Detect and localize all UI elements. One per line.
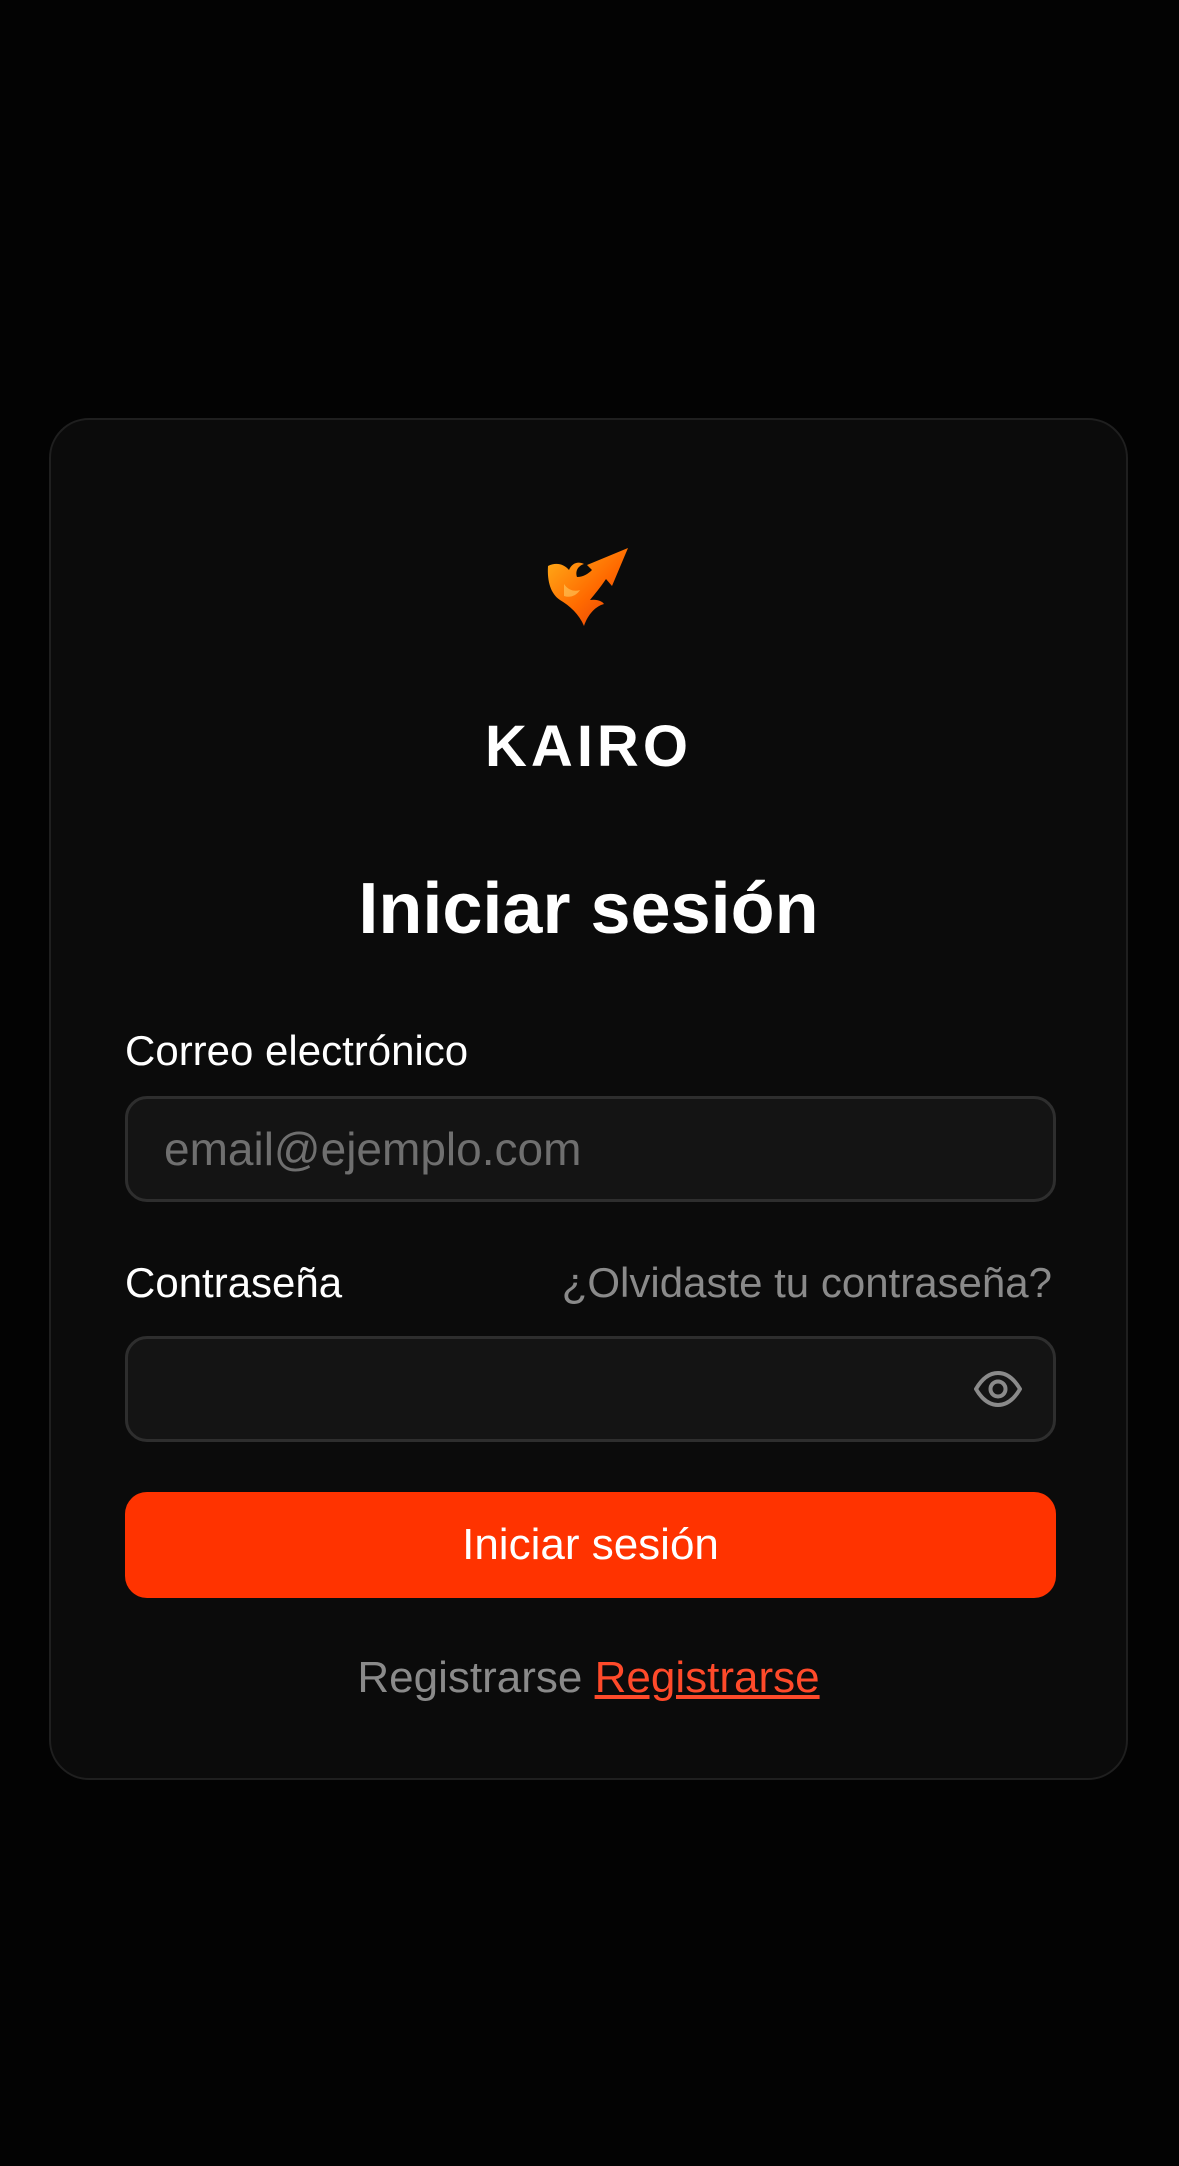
login-screen: KAIRO Iniciar sesión Correo electrónico … — [0, 0, 1179, 2166]
email-label: Correo electrónico — [125, 1027, 469, 1074]
forgot-password-link[interactable]: ¿Olvidaste tu contraseña? — [562, 1258, 1052, 1308]
login-card: KAIRO Iniciar sesión Correo electrónico … — [49, 418, 1128, 1780]
register-row: Registrarse Registrarse — [51, 1652, 1126, 1704]
password-label: Contraseña — [125, 1259, 343, 1306]
brand-name: KAIRO — [485, 714, 692, 779]
login-button[interactable]: Iniciar sesión — [125, 1492, 1056, 1598]
register-link[interactable]: Registrarse — [595, 1653, 820, 1702]
password-field[interactable] — [125, 1336, 1056, 1442]
page-title: Iniciar sesión — [358, 869, 819, 949]
register-prompt: Registrarse — [357, 1653, 583, 1702]
eye-icon[interactable] — [973, 1364, 1023, 1414]
phoenix-arrow-icon — [542, 544, 638, 640]
email-field[interactable] — [125, 1096, 1056, 1202]
